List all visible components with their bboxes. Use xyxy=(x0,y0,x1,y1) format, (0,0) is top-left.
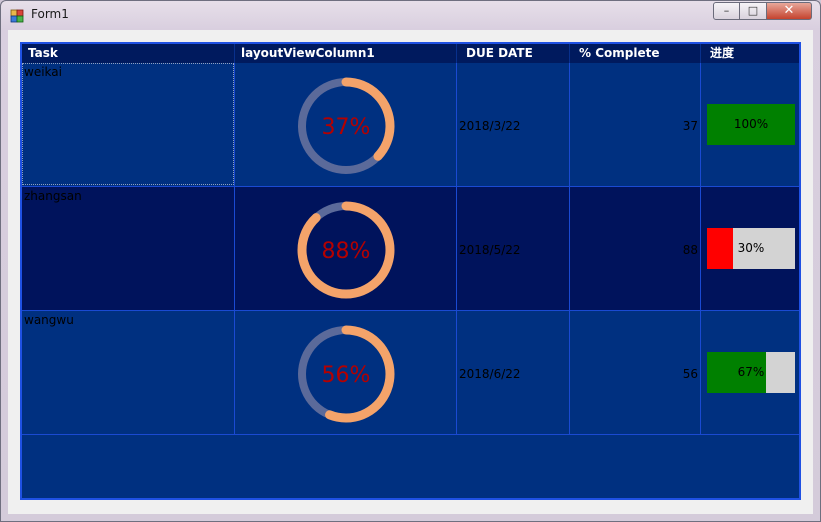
focus-outline xyxy=(22,63,234,185)
progress-ring: 56% xyxy=(297,325,395,423)
column-header-percent-complete[interactable]: % Complete xyxy=(570,44,701,63)
table-row[interactable]: zhangsan 88% 2018/5/22 88 30% xyxy=(22,187,799,311)
progress-ring: 37% xyxy=(297,77,395,175)
percent-cell[interactable]: 56 xyxy=(570,311,701,434)
progress-bar-label: 30% xyxy=(737,241,765,255)
due-date-cell[interactable]: 2018/5/22 xyxy=(457,187,570,310)
window-title: Form1 xyxy=(31,7,69,21)
close-button[interactable]: ✕ xyxy=(767,2,812,20)
table-row[interactable]: weikai 37% 2018/3/22 37 100% xyxy=(22,63,799,187)
title-bar[interactable]: Form1 – □ ✕ xyxy=(1,1,820,31)
due-date-cell[interactable]: 2018/3/22 xyxy=(457,63,570,186)
progress-bar: 67% xyxy=(707,352,795,393)
task-cell[interactable]: wangwu xyxy=(22,311,235,434)
due-date: 2018/5/22 xyxy=(459,243,521,257)
grid-header: Task layoutViewColumn1 DUE DATE % Comple… xyxy=(22,44,799,63)
percent-value: 56 xyxy=(682,367,698,381)
maximize-button[interactable]: □ xyxy=(740,2,767,20)
due-date-cell[interactable]: 2018/6/22 xyxy=(457,311,570,434)
column-header-layout-view[interactable]: layoutViewColumn1 xyxy=(235,44,457,63)
minimize-button[interactable]: – xyxy=(713,2,740,20)
column-header-progress[interactable]: 进度 xyxy=(701,44,799,63)
column-header-due-date[interactable]: DUE DATE xyxy=(457,44,570,63)
progress-cell[interactable]: 30% xyxy=(701,187,799,310)
ring-cell[interactable]: 37% xyxy=(235,63,457,186)
app-icon xyxy=(10,9,24,23)
task-cell[interactable]: zhangsan xyxy=(22,187,235,310)
ring-cell[interactable]: 56% xyxy=(235,311,457,434)
ring-label: 88% xyxy=(322,239,371,264)
progress-bar-label: 100% xyxy=(733,117,769,131)
progress-bar-label: 67% xyxy=(737,365,765,379)
percent-value: 37 xyxy=(682,119,698,133)
due-date: 2018/6/22 xyxy=(459,367,521,381)
progress-cell[interactable]: 100% xyxy=(701,63,799,186)
percent-cell[interactable]: 37 xyxy=(570,63,701,186)
task-name: wangwu xyxy=(24,313,74,327)
data-grid[interactable]: Task layoutViewColumn1 DUE DATE % Comple… xyxy=(20,42,801,500)
task-name: zhangsan xyxy=(24,189,82,203)
progress-ring: 88% xyxy=(297,201,395,299)
table-row[interactable]: wangwu 56% 2018/6/22 56 67% xyxy=(22,311,799,435)
percent-cell[interactable]: 88 xyxy=(570,187,701,310)
task-name: weikai xyxy=(24,65,62,79)
ring-cell[interactable]: 88% xyxy=(235,187,457,310)
ring-label: 37% xyxy=(322,115,371,140)
progress-cell[interactable]: 67% xyxy=(701,311,799,434)
due-date: 2018/3/22 xyxy=(459,119,521,133)
percent-value: 88 xyxy=(682,243,698,257)
progress-bar: 100% xyxy=(707,104,795,145)
progress-bar: 30% xyxy=(707,228,795,269)
ring-label: 56% xyxy=(322,363,371,388)
task-cell[interactable]: weikai xyxy=(22,63,235,186)
column-header-task[interactable]: Task xyxy=(22,44,235,63)
